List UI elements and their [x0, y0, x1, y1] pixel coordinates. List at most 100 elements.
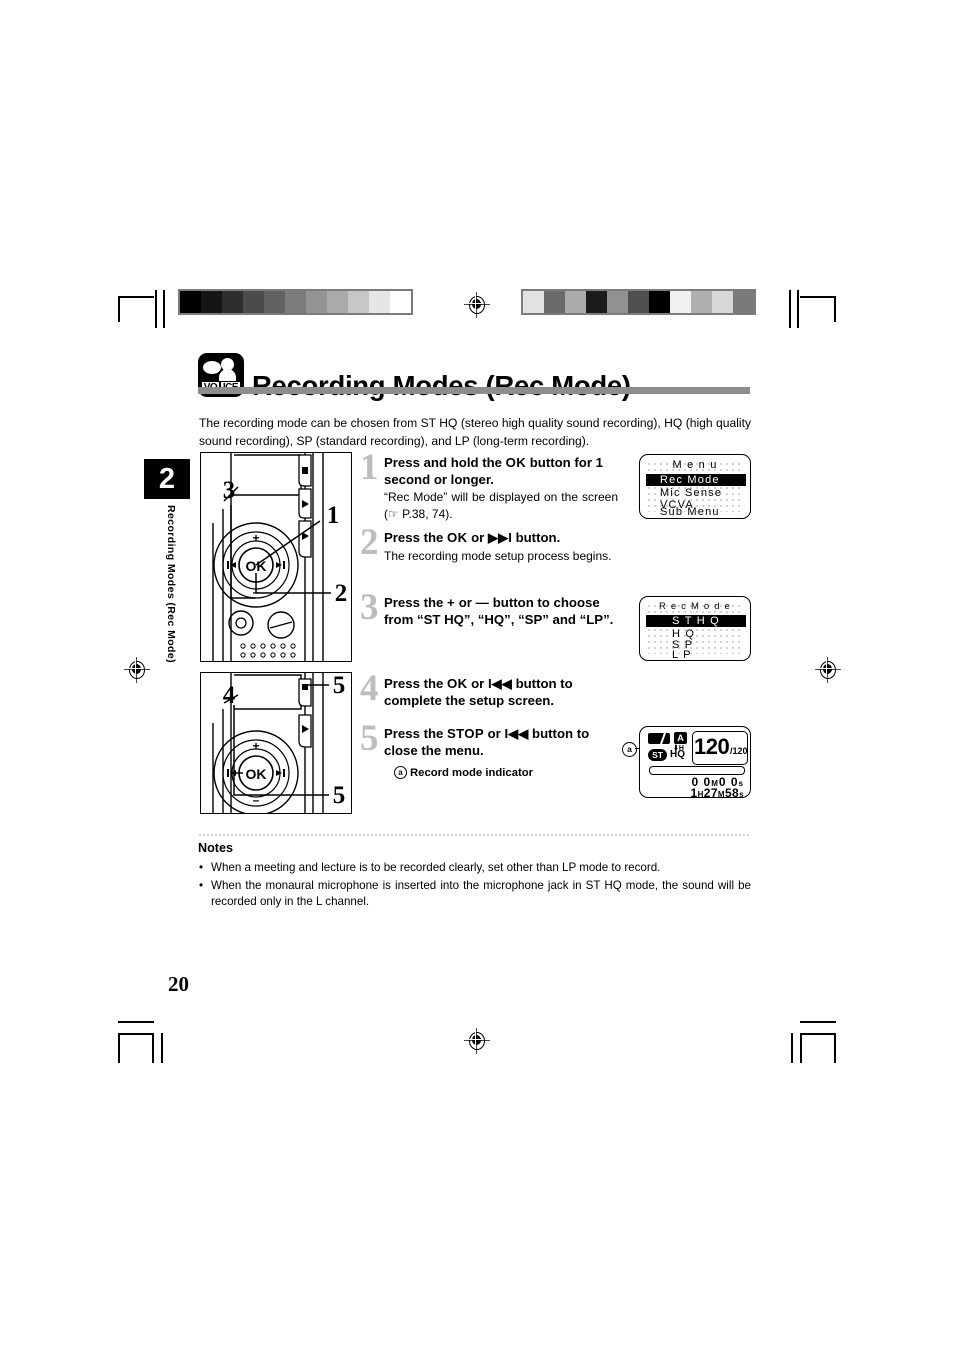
svg-text:5: 5: [333, 782, 346, 809]
greyscale-patch: [670, 291, 691, 313]
greyscale-patch: [222, 291, 243, 313]
step-4-text-a: Press the: [384, 676, 448, 691]
lcd-status-screen: A ⬇H ST HQ 120 /120 0 0M0 0s 1H27M58s: [639, 726, 751, 800]
step-5-text-b: or: [483, 726, 505, 741]
page-number: 20: [168, 972, 189, 996]
file-number: 120: [694, 734, 730, 759]
step-2-heading: Press the OK or ▶▶I button.: [384, 530, 618, 547]
greyscale-patch: [348, 291, 369, 313]
rewind-icon: I◀◀: [504, 726, 529, 741]
notes-divider: [198, 834, 750, 836]
greyscale-patch: [306, 291, 327, 313]
registration-mark-bottom: [464, 1028, 490, 1054]
svg-text:+: +: [252, 739, 259, 753]
lcd-recmode-item-st-hq[interactable]: S T H Q: [646, 615, 746, 627]
svg-text:2: 2: [335, 580, 348, 607]
step-1-text-a: Press and hold the: [384, 455, 506, 470]
step-5-caption-text: Record mode indicator: [410, 767, 534, 779]
greyscale-patch: [691, 291, 712, 313]
step-4: 4 Press the OK or I◀◀ button to complete…: [360, 670, 618, 709]
step-2-text-b: or: [467, 530, 488, 545]
greyscale-patch: [180, 291, 201, 313]
greyscale-patch: [243, 291, 264, 313]
greyscale-patch: [201, 291, 222, 313]
speech-bubble-shape: [203, 361, 221, 374]
stereo-badge-icon: ST: [648, 749, 667, 761]
callout-marker-a-icon: a: [394, 766, 407, 779]
registration-mark-left: [124, 657, 150, 683]
remain-seconds: 58: [724, 786, 740, 800]
step-1-number: 1: [360, 447, 379, 488]
registration-mark-top: [464, 292, 490, 318]
shoulders-shape: [219, 369, 236, 381]
registration-mark-right: [815, 657, 841, 683]
ok-button-label: OK: [447, 530, 468, 545]
progress-bar: [649, 766, 745, 775]
step-3-heading: Press the + or — button to choose from “…: [384, 595, 618, 628]
fast-forward-icon: ▶▶I: [487, 530, 512, 545]
svg-text:5: 5: [333, 673, 346, 699]
greyscale-patch: [390, 291, 411, 313]
notes-list: When a meeting and lecture is to be reco…: [198, 860, 751, 912]
greyscale-patch: [649, 291, 670, 313]
manual-page: 2 Recording Modes (Rec Mode) VO ICE Reco…: [0, 0, 954, 1351]
alarm-icon: A: [674, 732, 687, 744]
step-1-body: “Rec Mode” will be displayed on the scre…: [384, 490, 618, 521]
lcd-recmode-screen: R e c M o d e S T H Q H Q S P L P: [639, 596, 751, 661]
ok-button-label: OK: [447, 676, 468, 691]
file-total: /120: [730, 746, 748, 756]
step-5-number: 5: [360, 718, 379, 759]
greyscale-patch: [264, 291, 285, 313]
greyscale-patch: [565, 291, 586, 313]
step-3-text-b: or: [455, 595, 476, 610]
title-underline: [198, 387, 750, 394]
greyscale-strip-right: [521, 289, 756, 315]
intro-paragraph: The recording mode can be chosen from ST…: [199, 416, 751, 448]
step-3: 3 Press the + or — button to choose from…: [360, 589, 618, 628]
chapter-number-tab: 2: [144, 459, 190, 499]
device-drawing-top: OK + – 3 1 2: [212, 453, 348, 661]
quality-indicator: HQ: [670, 749, 685, 760]
step-2: 2 Press the OK or ▶▶I button. The record…: [360, 524, 618, 564]
svg-text:OK: OK: [246, 766, 267, 782]
device-illustration-bottom: OK + – 4 5 5: [200, 672, 352, 814]
remaining-time: 1H27M58s: [690, 786, 744, 800]
stop-button-label: STOP: [447, 726, 484, 741]
greyscale-patch: [733, 291, 754, 313]
lcd-recmode-title: R e c M o d e: [658, 601, 732, 612]
greyscale-patch: [586, 291, 607, 313]
minus-button-label: —: [475, 595, 490, 610]
lcd-menu-item-sub-menu[interactable]: Sub Menu: [660, 506, 720, 518]
greyscale-strip-left: [178, 289, 413, 315]
svg-text:4: 4: [223, 682, 236, 709]
note-item: When a meeting and lecture is to be reco…: [198, 860, 751, 877]
greyscale-patch: [327, 291, 348, 313]
lcd-menu-item-rec-mode[interactable]: Rec Mode: [646, 474, 746, 486]
step-2-text-c: button.: [511, 530, 561, 545]
step-3-number: 3: [360, 587, 379, 628]
chapter-side-label: Recording Modes (Rec Mode): [165, 505, 177, 663]
greyscale-patch: [607, 291, 628, 313]
step-5-caption: a Record mode indicator: [394, 766, 618, 779]
notes-heading: Notes: [198, 841, 233, 855]
step-5-text-a: Press the: [384, 726, 448, 741]
step-1: 1 Press and hold the OK button for 1 sec…: [360, 449, 618, 522]
step-2-body: The recording mode setup process begins.: [384, 548, 612, 563]
ok-button-label: OK: [505, 455, 527, 470]
svg-text:3: 3: [223, 477, 236, 504]
step-4-text-b: or: [467, 676, 488, 691]
lcd-menu-item-mic-sense[interactable]: Mic Sense: [660, 487, 722, 499]
svg-text:+: +: [252, 531, 259, 545]
device-drawing-bottom: OK + – 4 5 5: [212, 673, 346, 813]
plus-button-label: +: [447, 595, 456, 610]
step-1-heading: Press and hold the OK button for 1 secon…: [384, 455, 618, 488]
remain-hours: 1: [690, 786, 698, 800]
lcd-menu-screen: M e n u Rec Mode Mic Sense VCVA Sub Menu: [639, 454, 751, 519]
remain-minutes: 27: [703, 786, 718, 800]
greyscale-patch: [544, 291, 565, 313]
step-2-text-a: Press the: [384, 530, 448, 545]
lcd-recmode-item-lp[interactable]: L P: [672, 649, 692, 661]
step-5-heading: Press the STOP or I◀◀ button to close th…: [384, 726, 618, 759]
greyscale-patch: [523, 291, 544, 313]
lcd-menu-title: M e n u: [672, 459, 718, 471]
